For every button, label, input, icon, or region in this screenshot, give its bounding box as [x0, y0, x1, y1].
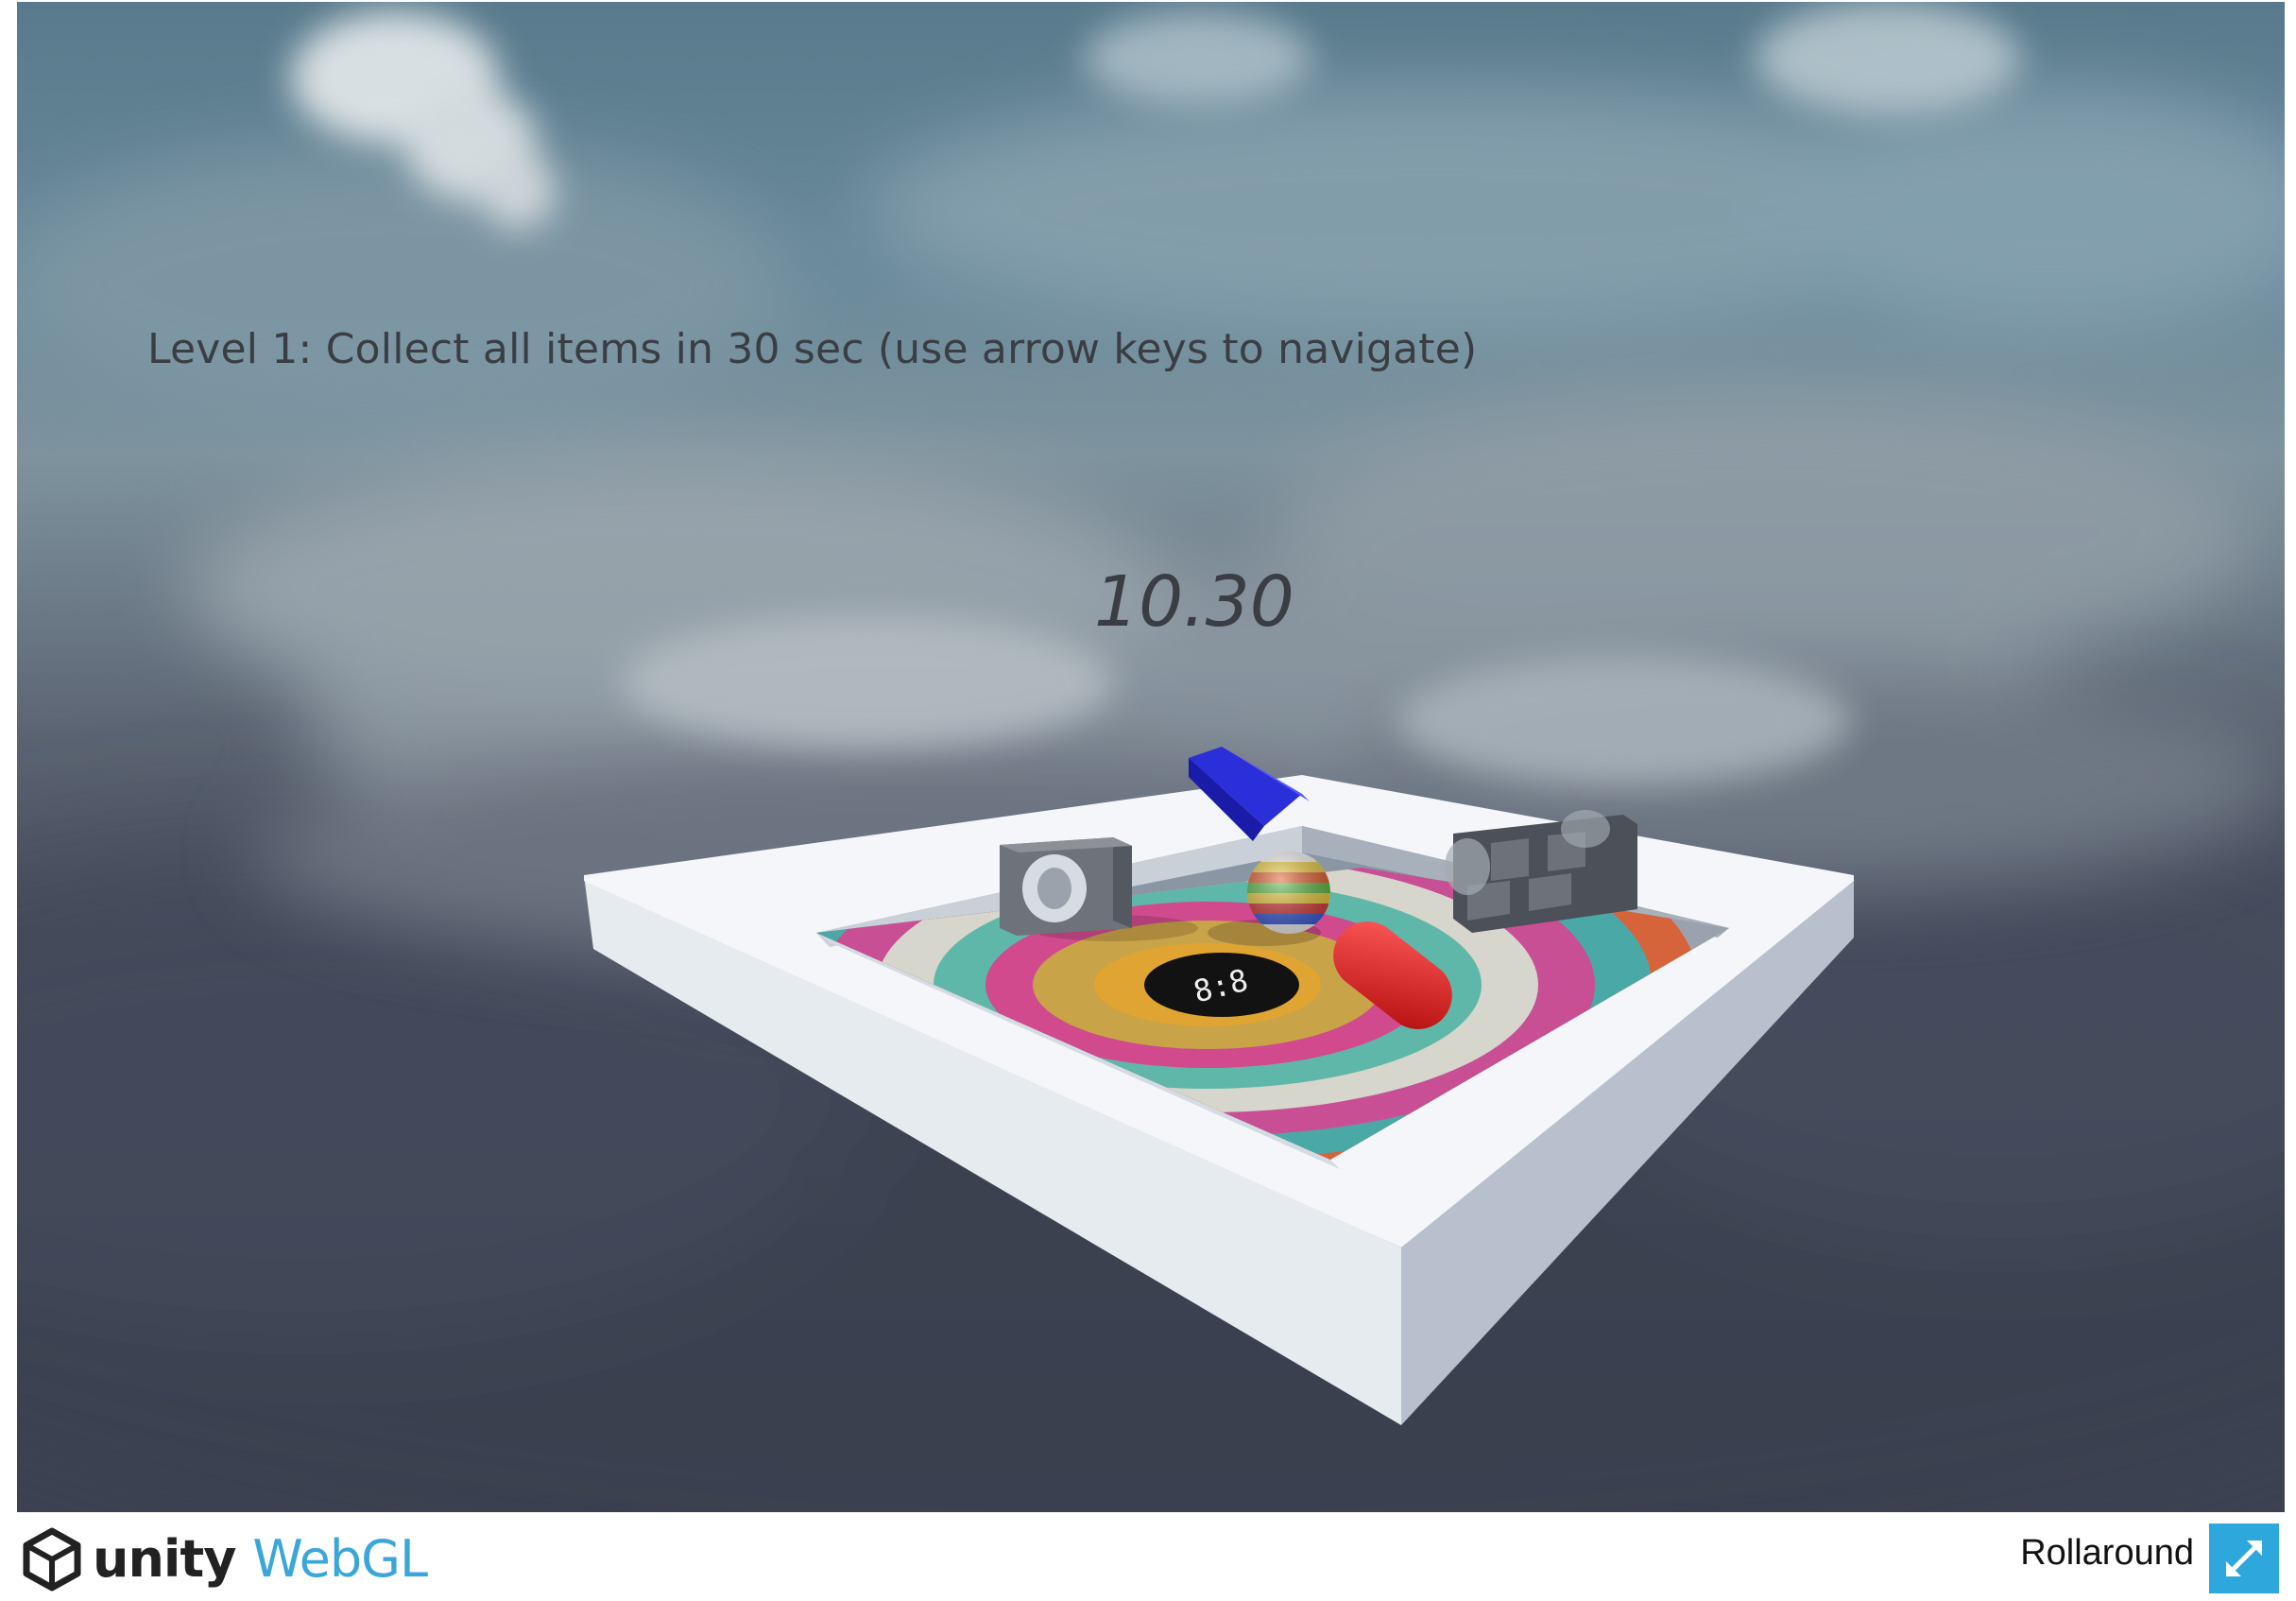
game-title: Rollaround — [2020, 1533, 2194, 1573]
arena-scene: 8:8 — [584, 747, 1854, 1425]
game-canvas[interactable]: 8:8 Level 1: Collect all items in 30 sec… — [17, 2, 2285, 1512]
fullscreen-button[interactable] — [2209, 1524, 2279, 1593]
webgl-player: 8:8 Level 1: Collect all items in 30 sec… — [0, 0, 2296, 1601]
unity-cube-icon — [17, 1524, 87, 1593]
level-instructions: Level 1: Collect all items in 30 sec (us… — [147, 325, 1478, 373]
unity-wordmark: unity — [93, 1528, 236, 1589]
player-footer: unity WebGL Rollaround — [0, 1512, 2296, 1601]
unity-webgl-logo: unity WebGL — [17, 1524, 428, 1593]
fullscreen-icon — [2226, 1541, 2262, 1576]
countdown-timer: 10.30 — [1094, 561, 1294, 643]
grey-speaker-pickup — [1000, 837, 1132, 936]
webgl-wordmark: WebGL — [252, 1528, 428, 1589]
